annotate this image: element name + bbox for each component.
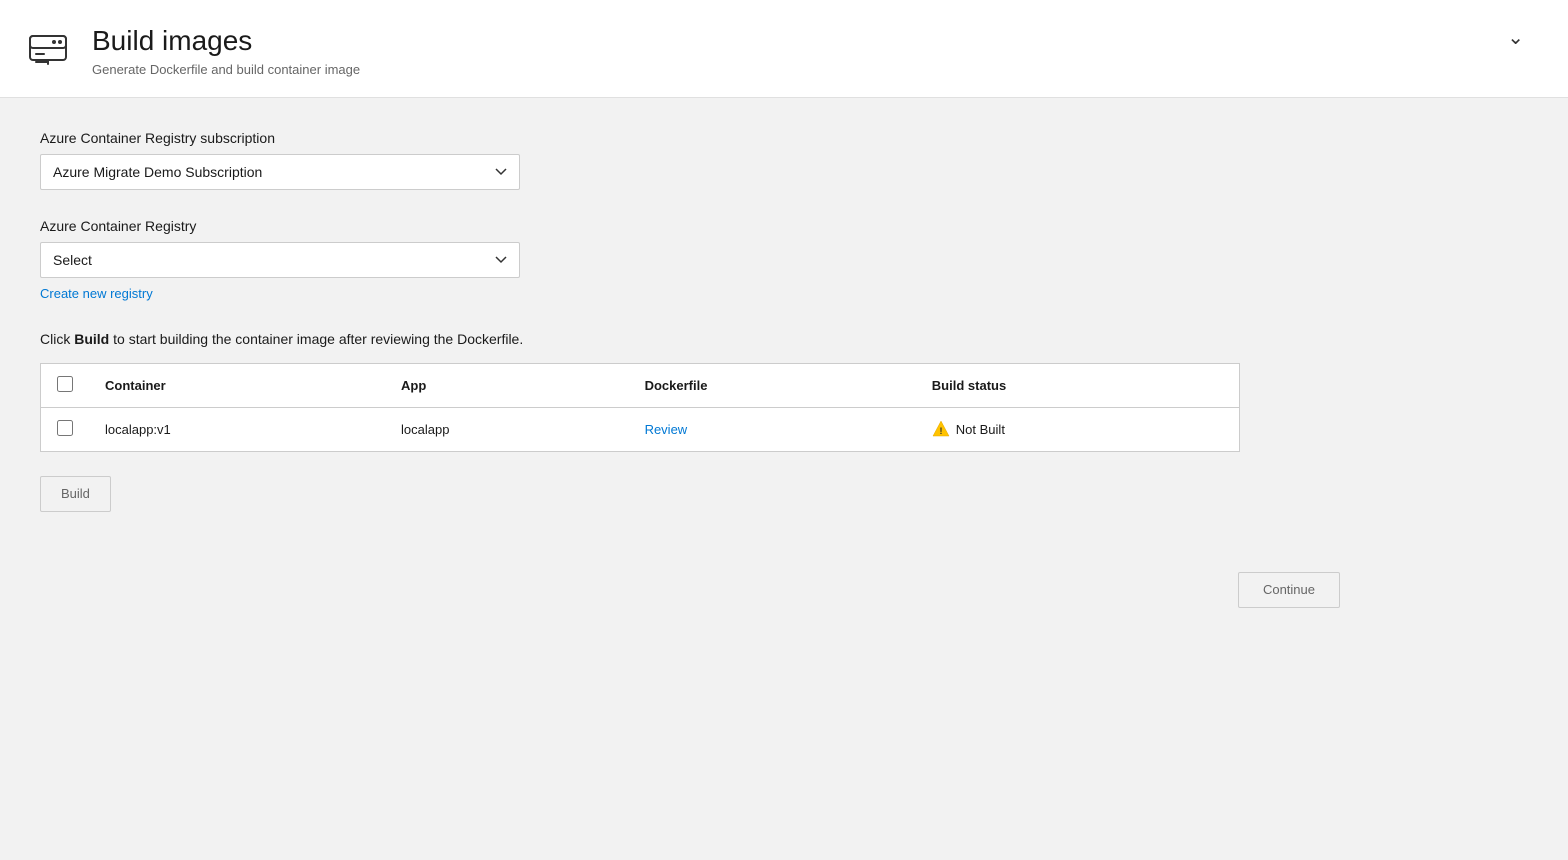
- server-icon: [26, 26, 70, 70]
- button-row: Build: [40, 476, 1340, 512]
- registry-select[interactable]: Select: [40, 242, 520, 278]
- page-title: Build images: [92, 24, 1503, 58]
- row-build-status: ! Not Built: [916, 407, 1240, 451]
- row-checkbox-cell: [41, 407, 90, 451]
- table-row: localapp:v1 localapp Review ! Not: [41, 407, 1240, 451]
- row-container: localapp:v1: [89, 407, 385, 451]
- main-content: Azure Container Registry subscription Az…: [0, 98, 1568, 860]
- instructions-prefix: Click: [40, 331, 74, 347]
- subscription-label: Azure Container Registry subscription: [40, 130, 1340, 146]
- registry-label: Azure Container Registry: [40, 218, 1340, 234]
- instructions-suffix: to start building the container image af…: [109, 331, 523, 347]
- containers-table: Container App Dockerfile Build status lo…: [40, 363, 1240, 452]
- row-dockerfile: Review: [629, 407, 916, 451]
- instructions-text: Click Build to start building the contai…: [40, 331, 1340, 347]
- warning-icon: !: [932, 420, 950, 438]
- page-container: Build images Generate Dockerfile and bui…: [0, 0, 1568, 860]
- footer-row: Continue: [40, 572, 1340, 628]
- collapse-button[interactable]: ⌄: [1503, 24, 1528, 52]
- row-app: localapp: [385, 407, 629, 451]
- subscription-section: Azure Container Registry subscription Az…: [40, 130, 1340, 190]
- header: Build images Generate Dockerfile and bui…: [0, 0, 1568, 98]
- content-card: Azure Container Registry subscription Az…: [40, 130, 1340, 628]
- svg-text:!: !: [939, 426, 942, 436]
- header-build-status: Build status: [916, 363, 1240, 407]
- subscription-select[interactable]: Azure Migrate Demo Subscription: [40, 154, 520, 190]
- instructions-bold: Build: [74, 331, 109, 347]
- create-registry-link[interactable]: Create new registry: [40, 286, 153, 301]
- page-subtitle: Generate Dockerfile and build container …: [92, 62, 1503, 77]
- header-dockerfile: Dockerfile: [629, 363, 916, 407]
- header-container: Container: [89, 363, 385, 407]
- registry-section: Azure Container Registry Select Create n…: [40, 218, 1340, 303]
- header-icon: [24, 24, 72, 72]
- build-status-cell: ! Not Built: [932, 420, 1223, 438]
- row-checkbox[interactable]: [57, 420, 73, 436]
- review-link[interactable]: Review: [645, 422, 688, 437]
- select-all-checkbox[interactable]: [57, 376, 73, 392]
- continue-button[interactable]: Continue: [1238, 572, 1340, 608]
- table-header-row: Container App Dockerfile Build status: [41, 363, 1240, 407]
- build-status-text: Not Built: [956, 422, 1005, 437]
- header-checkbox-cell: [41, 363, 90, 407]
- header-text: Build images Generate Dockerfile and bui…: [92, 24, 1503, 77]
- header-app: App: [385, 363, 629, 407]
- build-button[interactable]: Build: [40, 476, 111, 512]
